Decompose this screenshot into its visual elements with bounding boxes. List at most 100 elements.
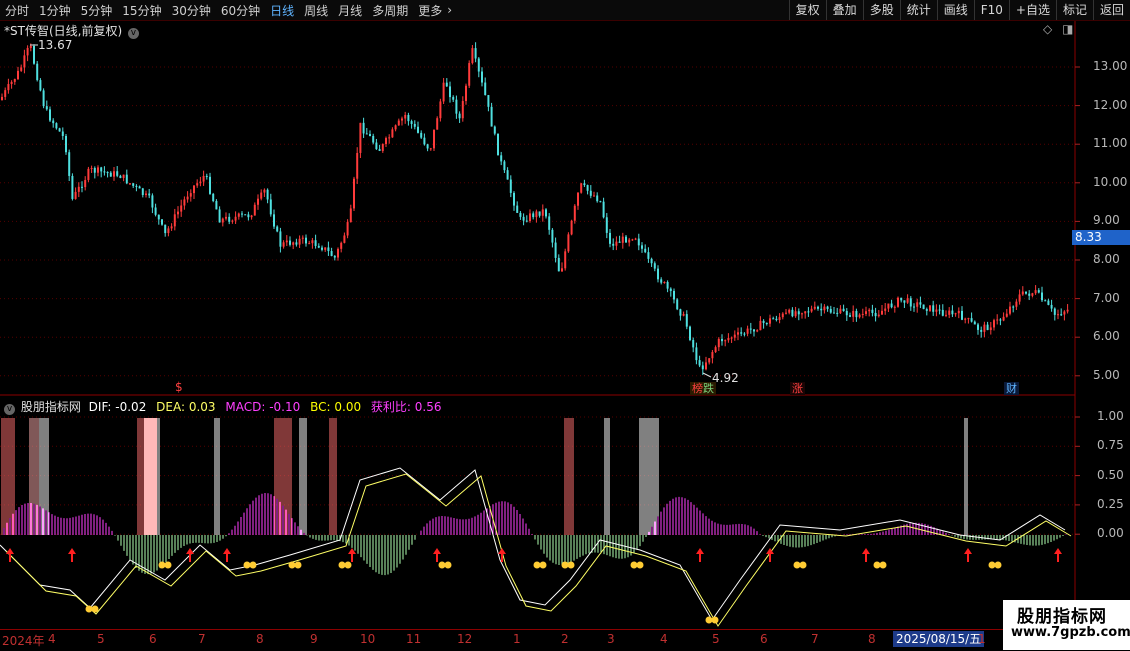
candle-body <box>87 168 90 180</box>
candle-body <box>250 215 253 218</box>
butterfly-icon <box>705 616 713 624</box>
month-label: 5 <box>712 632 720 646</box>
candle-body <box>893 306 896 308</box>
candle-body <box>266 189 269 200</box>
month-label: 6 <box>149 632 157 646</box>
candle-body <box>84 179 87 188</box>
candle-body <box>420 132 423 138</box>
date-axis: 2024年 4 5 6 7 8 9 10 11 12 1 2 3 4 5 6 7 8 2025/08/15/五 1 <box>0 629 1130 651</box>
butterfly-icon <box>630 561 638 569</box>
candle-body <box>209 176 211 194</box>
candle-body <box>775 318 778 321</box>
candle-body <box>1025 291 1027 294</box>
candle-body <box>769 318 771 324</box>
candle-body <box>353 178 355 209</box>
candle-body <box>103 171 106 173</box>
indicator-title-bar: v 股朋指标网 DIF: -0.02 DEA: 0.03 MACD: -0.10… <box>4 398 442 415</box>
butterfly-icon <box>164 561 172 569</box>
candle-body <box>759 320 762 331</box>
candle-body <box>868 309 871 312</box>
indicator-chevron-icon[interactable]: v <box>4 404 15 415</box>
candle-body <box>516 205 519 213</box>
candle-body <box>413 123 416 127</box>
candle-body <box>269 199 272 215</box>
candle-body <box>260 192 263 199</box>
indicator-name[interactable]: 股朋指标网 <box>21 400 81 414</box>
candle-body <box>375 142 378 150</box>
candle-body <box>161 219 163 225</box>
candle-body <box>1028 293 1031 296</box>
candle-body <box>68 152 71 176</box>
candle-body <box>196 183 199 186</box>
candle-body <box>180 205 183 212</box>
candle-body <box>314 240 317 246</box>
candle-body <box>317 245 320 248</box>
candle-body <box>23 55 26 68</box>
candle-body <box>343 235 346 243</box>
candle-body <box>148 193 151 196</box>
candle-body <box>170 226 173 229</box>
candle-body <box>109 172 112 177</box>
candle-body <box>381 144 384 151</box>
event-marker-finance[interactable]: 财 <box>1004 382 1019 395</box>
event-marker-bang[interactable]: 榜跌 <box>690 382 716 395</box>
price-tick: 7.00 <box>1093 290 1120 305</box>
event-marker-rise[interactable]: 涨 <box>790 382 805 395</box>
candle-body <box>919 302 922 305</box>
candle-body <box>644 248 647 253</box>
candle-body <box>877 314 880 317</box>
candle-body <box>577 192 579 206</box>
candle-body <box>119 175 122 178</box>
candle-body <box>721 338 723 342</box>
candle-body <box>692 340 695 348</box>
candle-body <box>573 205 576 221</box>
candle-body <box>45 106 48 110</box>
candle-body <box>596 195 599 202</box>
candle-body <box>244 214 247 216</box>
candle-body <box>461 101 464 119</box>
butterfly-icon <box>873 561 881 569</box>
candle-body <box>29 45 32 48</box>
candle-body <box>445 82 448 87</box>
candle-body <box>221 218 224 223</box>
buy-arrow-icon <box>186 548 194 562</box>
candle-body <box>890 303 893 308</box>
candle-body <box>941 309 944 316</box>
candle-body <box>1037 290 1040 293</box>
candle-body <box>321 247 323 250</box>
candle-body <box>1044 300 1047 302</box>
candle-body <box>621 236 624 243</box>
candle-body <box>871 309 874 313</box>
candle-body <box>951 310 954 315</box>
candle-body <box>801 313 803 315</box>
candle-body <box>279 231 282 247</box>
month-label: 9 <box>310 632 318 646</box>
butterfly-icon <box>994 561 1002 569</box>
candle-body <box>212 193 215 202</box>
candle-body <box>369 134 371 136</box>
indicator-tick: 0.50 <box>1097 467 1124 482</box>
macd-value: MACD: -0.10 <box>225 400 301 414</box>
candle-body <box>762 320 765 323</box>
watermark-url: www.7gpzb.com <box>1011 625 1130 640</box>
candle-body <box>839 308 842 314</box>
candle-body <box>788 309 791 313</box>
candle-body <box>65 135 67 153</box>
candle-body <box>465 85 467 102</box>
candle-body <box>743 333 746 335</box>
indicator-tick: 0.75 <box>1097 438 1124 453</box>
candle-body <box>477 58 480 72</box>
candle-body <box>605 217 608 233</box>
candle-body <box>215 201 218 210</box>
low-price-label: 4.92 <box>712 371 739 385</box>
candle-body <box>532 213 535 218</box>
candle-body <box>327 247 330 252</box>
candle-body <box>865 311 867 314</box>
candle-body <box>449 86 451 98</box>
candle-body <box>641 245 643 249</box>
candle-body <box>561 268 563 272</box>
candle-body <box>900 297 903 301</box>
candle-body <box>551 229 554 243</box>
candle-body <box>727 337 730 341</box>
candle-body <box>1066 309 1069 312</box>
